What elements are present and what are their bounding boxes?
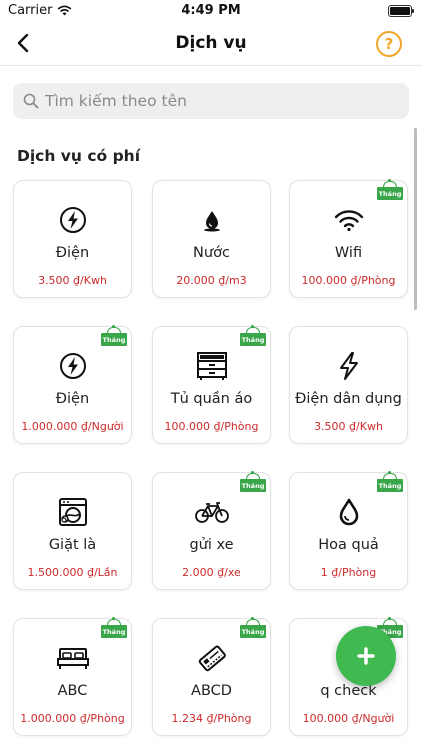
service-name: Wifi	[334, 245, 363, 261]
monthly-badge: Tháng	[240, 617, 266, 638]
monthly-badge: Tháng	[101, 617, 127, 638]
service-price: 2.000 ₫/xe	[182, 566, 241, 579]
help-button[interactable]: ?	[376, 31, 402, 57]
service-price: 1.234 ₫/Phòng	[171, 712, 252, 725]
service-price: 1.000.000 ₫/Người	[21, 420, 124, 433]
service-card[interactable]: Tháng gửi xe 2.000 ₫/xe	[152, 471, 271, 590]
search-icon	[23, 93, 39, 109]
status-bar: Carrier 4:49 PM	[0, 0, 422, 22]
service-name: Giặt là	[48, 537, 97, 553]
service-name: ABC	[57, 683, 88, 699]
monthly-badge: Tháng	[377, 471, 403, 492]
service-name: ABCD	[191, 683, 232, 699]
service-name: Điện	[55, 391, 90, 407]
service-name: Nước	[193, 245, 230, 261]
service-price: 3.500 ₫/Kwh	[38, 274, 107, 287]
water-drop-icon	[203, 211, 220, 232]
bicycle-icon	[194, 502, 229, 523]
monthly-badge: Tháng	[101, 325, 127, 346]
service-price: 1.500.000 ₫/Lần	[27, 566, 118, 579]
card-icon	[198, 645, 226, 672]
battery-icon	[388, 5, 414, 17]
service-card[interactable]: Tháng ABCD 1.234 ₫/Phòng	[152, 617, 271, 736]
service-price: 100.000 ₫/Phòng	[301, 274, 396, 287]
lightning-bolt-icon	[339, 352, 358, 380]
plus-icon	[357, 647, 375, 665]
service-card[interactable]: Tháng Wifi 100.000 ₫/Phòng	[289, 179, 408, 298]
service-card[interactable]: Điện 3.500 ₫/Kwh	[13, 180, 132, 298]
search-input[interactable]	[45, 92, 385, 110]
service-price: 100.000 ₫/Người	[302, 712, 395, 725]
search-bar[interactable]	[13, 83, 409, 119]
service-price: 3.500 ₫/Kwh	[314, 420, 383, 433]
nav-bar: Dịch vụ ?	[0, 22, 422, 66]
service-card[interactable]: Tháng Tủ quần áo 100.000 ₫/Phòng	[152, 325, 271, 444]
service-card[interactable]: Tháng Điện 1.000.000 ₫/Người	[13, 325, 132, 444]
service-card[interactable]: Nước 20.000 ₫/m3	[152, 180, 271, 298]
service-name: Điện	[55, 245, 90, 261]
bed-icon	[56, 648, 89, 669]
service-card[interactable]: Tháng Hoa quả 1 ₫/Phòng	[289, 471, 408, 590]
drop-outline-icon	[339, 498, 358, 526]
washing-machine-icon	[58, 498, 87, 526]
service-name: Điện dân dụng	[295, 391, 402, 407]
service-name: q check	[320, 683, 377, 699]
monthly-badge: Tháng	[377, 179, 403, 200]
service-price: 20.000 ₫/m3	[176, 274, 247, 287]
wifi-icon	[334, 210, 363, 232]
add-service-button[interactable]	[336, 626, 396, 686]
scrollbar[interactable]	[414, 128, 417, 310]
section-title: Dịch vụ có phí	[17, 147, 141, 165]
service-card[interactable]: Điện dân dụng 3.500 ₫/Kwh	[289, 326, 408, 444]
service-name: gửi xe	[189, 537, 234, 553]
service-card[interactable]: Tháng ABC 1.000.000 ₫/Phòng	[13, 617, 132, 736]
lightning-circle-icon	[59, 207, 86, 233]
wardrobe-icon	[196, 352, 227, 380]
service-price: 1 ₫/Phòng	[320, 566, 377, 579]
service-price: 1.000.000 ₫/Phòng	[20, 712, 125, 725]
service-name: Tủ quần áo	[170, 391, 253, 407]
status-time: 4:49 PM	[181, 3, 241, 18]
monthly-badge: Tháng	[240, 325, 266, 346]
lightning-circle-icon	[59, 353, 86, 379]
monthly-badge: Tháng	[240, 471, 266, 492]
service-name: Hoa quả	[318, 537, 379, 553]
service-price: 100.000 ₫/Phòng	[164, 420, 259, 433]
page-title: Dịch vụ	[175, 33, 247, 53]
service-card[interactable]: Giặt là 1.500.000 ₫/Lần	[13, 472, 132, 590]
